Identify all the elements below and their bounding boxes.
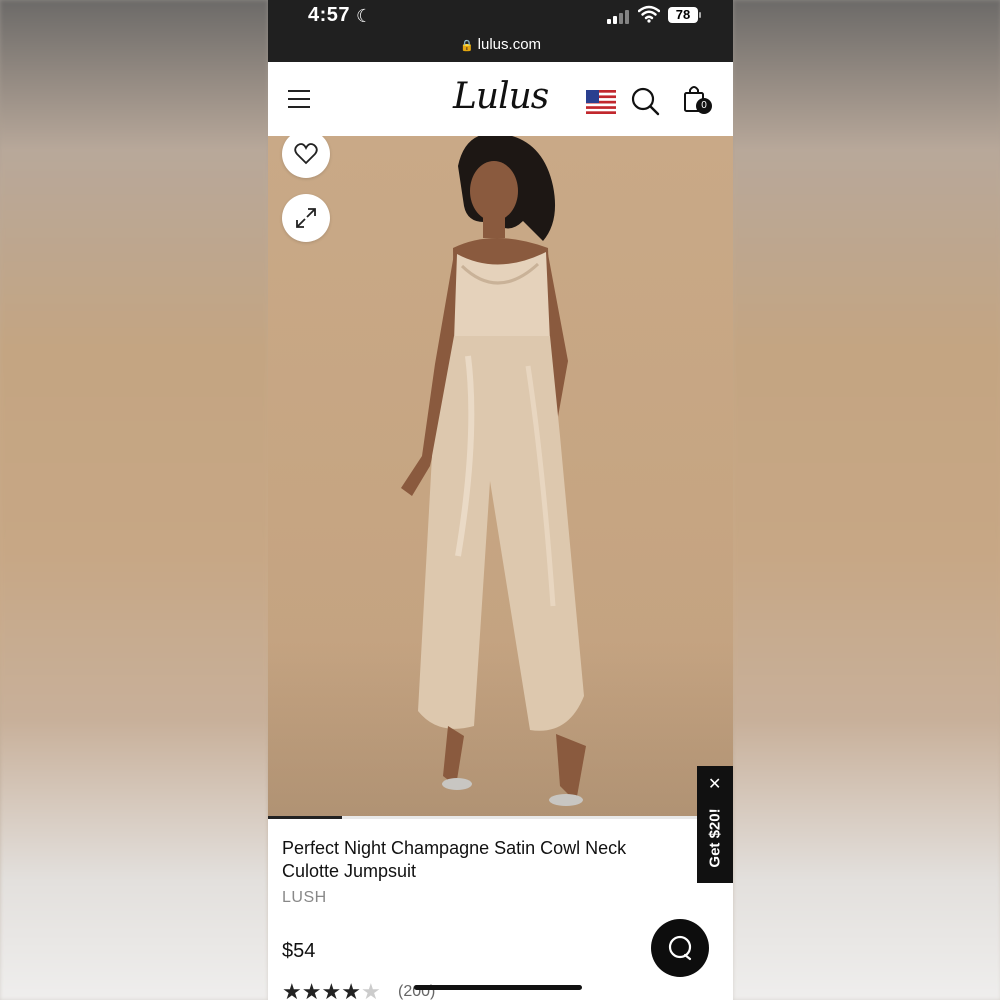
phone-screen: 4:57 ☾ 78 🔒 lulus.com Lulus 0 Perfect Ni… <box>268 0 733 1000</box>
star-icon: ★ <box>341 979 361 1000</box>
background-left <box>0 0 268 1000</box>
cart-count-badge: 0 <box>696 98 712 114</box>
background-right <box>733 0 1000 1000</box>
star-icon: ★ <box>301 979 322 1000</box>
product-price: $54 <box>282 940 316 962</box>
url-text: lulus.com <box>477 36 542 53</box>
home-indicator <box>414 985 582 990</box>
moon-icon: ☾ <box>356 6 373 26</box>
chat-button[interactable] <box>651 919 709 977</box>
battery-tip <box>699 12 701 18</box>
star-icon: ★ <box>282 979 302 1000</box>
expand-icon <box>296 208 316 228</box>
address-bar[interactable]: 🔒 lulus.com <box>268 36 733 53</box>
model-figure <box>401 136 586 806</box>
status-time: 4:57 <box>308 4 351 26</box>
product-info: Perfect Night Champagne Satin Cowl Neck … <box>268 819 733 1000</box>
star-icon: ★ <box>321 979 342 1000</box>
battery-icon: 78 <box>668 7 698 23</box>
search-icon[interactable] <box>630 86 660 116</box>
expand-image-button[interactable] <box>282 194 330 242</box>
site-header: Lulus 0 <box>268 62 733 137</box>
rating-stars[interactable]: ★★★★★ <box>282 979 381 1000</box>
wifi-icon <box>638 5 660 23</box>
lock-icon: 🔒 <box>459 40 474 52</box>
half-star-icon: ★ <box>360 979 381 1000</box>
status-bar: 4:57 ☾ 78 🔒 lulus.com <box>268 0 733 62</box>
cellular-signal-icon <box>607 8 633 24</box>
product-title: Perfect Night Champagne Satin Cowl Neck … <box>282 838 627 881</box>
site-logo[interactable]: Lulus <box>453 76 549 117</box>
promo-tab[interactable]: ✕ Get $20! <box>697 766 733 883</box>
close-icon[interactable]: ✕ <box>708 774 721 794</box>
product-brand[interactable]: LUSH <box>282 889 327 907</box>
chat-bubble-icon <box>668 935 692 961</box>
product-image[interactable] <box>268 136 733 818</box>
heart-icon <box>294 143 318 165</box>
menu-icon[interactable] <box>288 90 310 108</box>
us-flag-icon[interactable] <box>586 90 616 114</box>
promo-label[interactable]: Get $20! <box>707 808 724 867</box>
